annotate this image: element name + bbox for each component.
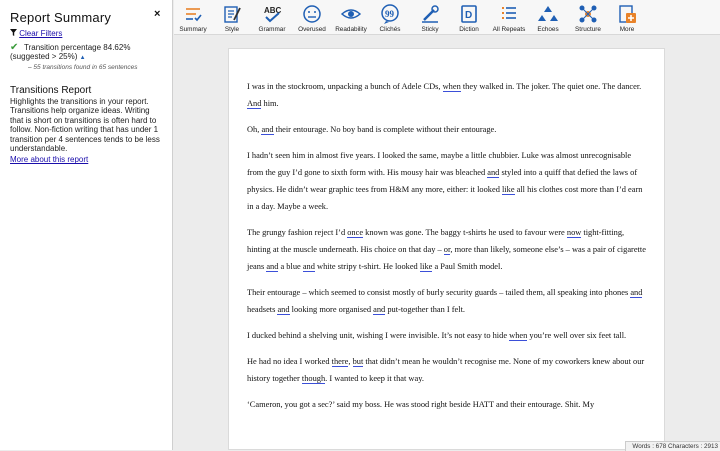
report-heading: Transitions Report bbox=[10, 85, 92, 96]
transition-word[interactable]: when bbox=[442, 82, 461, 92]
text-segment: white stripy t-shirt. He looked bbox=[314, 262, 420, 271]
text-segment: a blue bbox=[278, 262, 303, 271]
report-sidebar: Report Summary × Clear Filters ✔ Transiti… bbox=[0, 0, 173, 450]
transition-word[interactable]: there bbox=[331, 357, 349, 367]
text-segment: known was gone. The baggy t-shirts he us… bbox=[363, 228, 567, 237]
transition-word[interactable]: and bbox=[630, 288, 643, 298]
svg-text:D: D bbox=[465, 10, 472, 21]
filter-icon bbox=[10, 29, 19, 38]
toolbar-echoes-button[interactable]: Echoes bbox=[526, 4, 570, 33]
more-about-report-link[interactable]: More about this report bbox=[10, 155, 172, 164]
clear-filters-link[interactable]: Clear Filters bbox=[19, 29, 62, 38]
document-paragraph: Their entourage – which seemed to consis… bbox=[247, 284, 646, 318]
close-icon[interactable]: × bbox=[154, 8, 160, 20]
grammar-icon: ABC bbox=[264, 6, 282, 23]
document-body[interactable]: I was in the stockroom, unpacking a bunc… bbox=[229, 49, 664, 413]
svg-text:99: 99 bbox=[385, 9, 395, 19]
more-icon bbox=[619, 5, 636, 23]
sticky-icon bbox=[422, 5, 439, 23]
echoes-icon bbox=[538, 6, 558, 21]
transition-word[interactable]: like bbox=[419, 262, 433, 272]
transition-word[interactable]: now bbox=[566, 228, 582, 238]
all-repeats-icon bbox=[502, 7, 516, 19]
text-segment: He had no idea I worked bbox=[247, 357, 332, 366]
toolbar-overused-button[interactable]: Overused bbox=[290, 4, 334, 33]
text-segment: put-together than I felt. bbox=[385, 305, 466, 314]
transition-word[interactable]: And bbox=[247, 99, 262, 109]
style-icon bbox=[224, 6, 241, 23]
transition-percentage: Transition percentage 84.62% (suggested … bbox=[10, 43, 131, 61]
cliches-icon: 99 bbox=[381, 4, 399, 24]
document-paragraph: I ducked behind a shelving unit, wishing… bbox=[247, 327, 646, 344]
document-paragraph: Oh, and their entourage. No boy band is … bbox=[247, 121, 646, 138]
toolbar-cliches-button[interactable]: 99 Clichés bbox=[368, 4, 412, 33]
document-paragraph: I hadn’t seen him in almost five years. … bbox=[247, 147, 646, 215]
text-segment: The grungy fashion reject I’d bbox=[247, 228, 348, 237]
report-description: Highlights the transitions in your repor… bbox=[10, 97, 160, 154]
text-segment: headsets bbox=[247, 305, 278, 314]
readability-icon bbox=[341, 9, 361, 19]
transition-word[interactable]: though bbox=[301, 374, 326, 384]
transition-word[interactable]: and bbox=[261, 125, 274, 135]
document-paragraph: He had no idea I worked there, but that … bbox=[247, 353, 646, 387]
transition-word[interactable]: and bbox=[266, 262, 279, 272]
document-paragraph: I was in the stockroom, unpacking a bunc… bbox=[247, 78, 646, 112]
toolbar-structure-button[interactable]: Structure bbox=[566, 4, 610, 33]
transition-word[interactable]: once bbox=[347, 228, 364, 238]
checkmark-icon: ✔ bbox=[10, 42, 19, 53]
transition-word[interactable]: and bbox=[302, 262, 315, 272]
text-segment: him. bbox=[261, 99, 279, 108]
document-page[interactable]: I was in the stockroom, unpacking a bunc… bbox=[228, 48, 665, 450]
diction-icon: D bbox=[461, 5, 477, 23]
text-segment: I was in the stockroom, unpacking a bunc… bbox=[247, 82, 443, 91]
text-segment: Their entourage – which seemed to consis… bbox=[247, 288, 631, 297]
transition-word[interactable]: when bbox=[509, 331, 528, 341]
sidebar-title: Report Summary bbox=[10, 10, 112, 25]
text-segment: . I wanted to keep it that way. bbox=[325, 374, 424, 383]
transition-word[interactable]: and bbox=[277, 305, 290, 315]
text-segment: I ducked behind a shelving unit, wishing… bbox=[247, 331, 510, 340]
collapse-arrow-icon[interactable]: ▲ bbox=[80, 55, 86, 61]
toolbar-sticky-button[interactable]: Sticky bbox=[408, 4, 452, 33]
text-segment: their entourage. No boy band is complete… bbox=[273, 125, 497, 134]
filter-row: Clear Filters bbox=[10, 29, 172, 38]
text-segment: Oh, bbox=[247, 125, 262, 134]
toolbar-summary-button[interactable]: Summary bbox=[171, 4, 215, 33]
text-segment: you’re well over six feet tall. bbox=[527, 331, 627, 340]
transition-note: – 55 transitions found in 65 sentences bbox=[28, 64, 138, 71]
toolbar-grammar-button[interactable]: ABC Grammar bbox=[250, 4, 294, 33]
transition-result[interactable]: ✔ Transition percentage 84.62% (suggested… bbox=[10, 43, 172, 63]
text-segment: ‘Cameron, you got a sec?’ said my boss. … bbox=[247, 400, 595, 409]
text-segment: , bbox=[348, 357, 353, 366]
toolbar-all-repeats-button[interactable]: All Repeats bbox=[487, 4, 531, 33]
text-segment: looking more organised bbox=[289, 305, 374, 314]
text-segment: they walked in. The joker. The quiet one… bbox=[460, 82, 642, 91]
transition-word[interactable]: but bbox=[352, 357, 364, 367]
structure-icon bbox=[579, 5, 597, 23]
document-paragraph: ‘Cameron, you got a sec?’ said my boss. … bbox=[247, 396, 646, 413]
summary-icon bbox=[186, 8, 202, 22]
toolbar-diction-button[interactable]: D Diction bbox=[447, 4, 491, 33]
toolbar-readability-button[interactable]: Readability bbox=[329, 4, 373, 33]
transition-word[interactable]: and bbox=[487, 168, 500, 178]
transition-word[interactable]: and bbox=[373, 305, 386, 315]
report-toolbar: Summary Style ABC Grammar Overused Reada… bbox=[174, 0, 720, 35]
text-segment: a Paul Smith model. bbox=[432, 262, 503, 271]
overused-icon bbox=[303, 5, 321, 23]
transition-word[interactable]: like bbox=[501, 185, 515, 195]
toolbar-style-button[interactable]: Style bbox=[210, 4, 254, 33]
toolbar-more-button[interactable]: More bbox=[605, 4, 649, 33]
document-paragraph: The grungy fashion reject I’d once known… bbox=[247, 224, 646, 275]
